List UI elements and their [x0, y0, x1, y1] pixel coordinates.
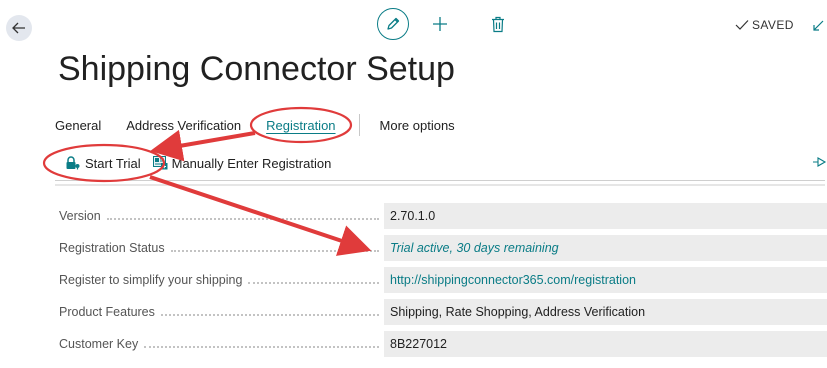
- action-bar: Start Trial Manually Enter Registration: [65, 152, 337, 174]
- field-product-features: Product Features Shipping, Rate Shopping…: [59, 299, 827, 331]
- customer-key-value: 8B227012: [384, 331, 827, 357]
- lock-key-icon: [66, 156, 80, 170]
- manual-registration-button[interactable]: Manually Enter Registration: [152, 155, 332, 171]
- saved-status: SAVED: [735, 16, 794, 34]
- leader-dots: [144, 345, 379, 348]
- field-label: Customer Key: [59, 337, 139, 351]
- saved-label: SAVED: [752, 18, 794, 32]
- start-trial-label: Start Trial: [85, 155, 141, 171]
- field-label: Registration Status: [59, 241, 165, 255]
- page-title: Shipping Connector Setup: [58, 50, 455, 88]
- new-button[interactable]: [428, 12, 452, 36]
- field-register-link: Register to simplify your shipping http:…: [59, 267, 827, 299]
- field-label: Register to simplify your shipping: [59, 273, 243, 287]
- expand-icon: [813, 20, 824, 31]
- start-trial-button[interactable]: Start Trial: [65, 156, 141, 171]
- tab-bar: General Address Verification Registratio…: [55, 113, 480, 137]
- delete-button[interactable]: [487, 12, 509, 36]
- tab-divider: [358, 114, 360, 136]
- field-version: Version 2.70.1.0: [59, 203, 827, 235]
- tab-more-options[interactable]: More options: [380, 118, 455, 133]
- back-button[interactable]: [6, 15, 32, 41]
- leader-dots: [170, 249, 379, 252]
- field-label: Product Features: [59, 305, 155, 319]
- page: SAVED Shipping Connector Setup General A…: [0, 0, 827, 368]
- trash-icon: [492, 16, 504, 32]
- leader-dots: [160, 313, 379, 316]
- version-value: 2.70.1.0: [384, 203, 827, 229]
- registration-card-icon: [152, 156, 168, 170]
- pin-icon[interactable]: [812, 155, 827, 169]
- manual-registration-label: Manually Enter Registration: [171, 155, 332, 171]
- registration-link[interactable]: http://shippingconnector365.com/registra…: [384, 267, 827, 293]
- registration-status-value: Trial active, 30 days remaining: [384, 235, 827, 261]
- field-label: Version: [59, 209, 101, 223]
- action-bar-divider: [55, 180, 825, 181]
- field-registration-status: Registration Status Trial active, 30 day…: [59, 235, 827, 267]
- product-features-value: Shipping, Rate Shopping, Address Verific…: [384, 299, 827, 325]
- tab-general[interactable]: General: [55, 118, 101, 133]
- field-customer-key: Customer Key 8B227012: [59, 331, 827, 363]
- expand-button[interactable]: [813, 14, 827, 32]
- checkmark-icon: [735, 20, 749, 30]
- tab-registration[interactable]: Registration: [266, 118, 335, 133]
- arrow-left-icon: [12, 22, 25, 34]
- scroll-divider: [55, 184, 825, 186]
- leader-dots: [248, 281, 379, 284]
- edit-button[interactable]: [377, 8, 409, 40]
- plus-icon: [433, 17, 447, 31]
- tab-address-verification[interactable]: Address Verification: [126, 118, 241, 133]
- pencil-icon: [387, 17, 400, 30]
- registration-fields: Version 2.70.1.0 Registration Status Tri…: [59, 203, 827, 363]
- leader-dots: [106, 217, 379, 220]
